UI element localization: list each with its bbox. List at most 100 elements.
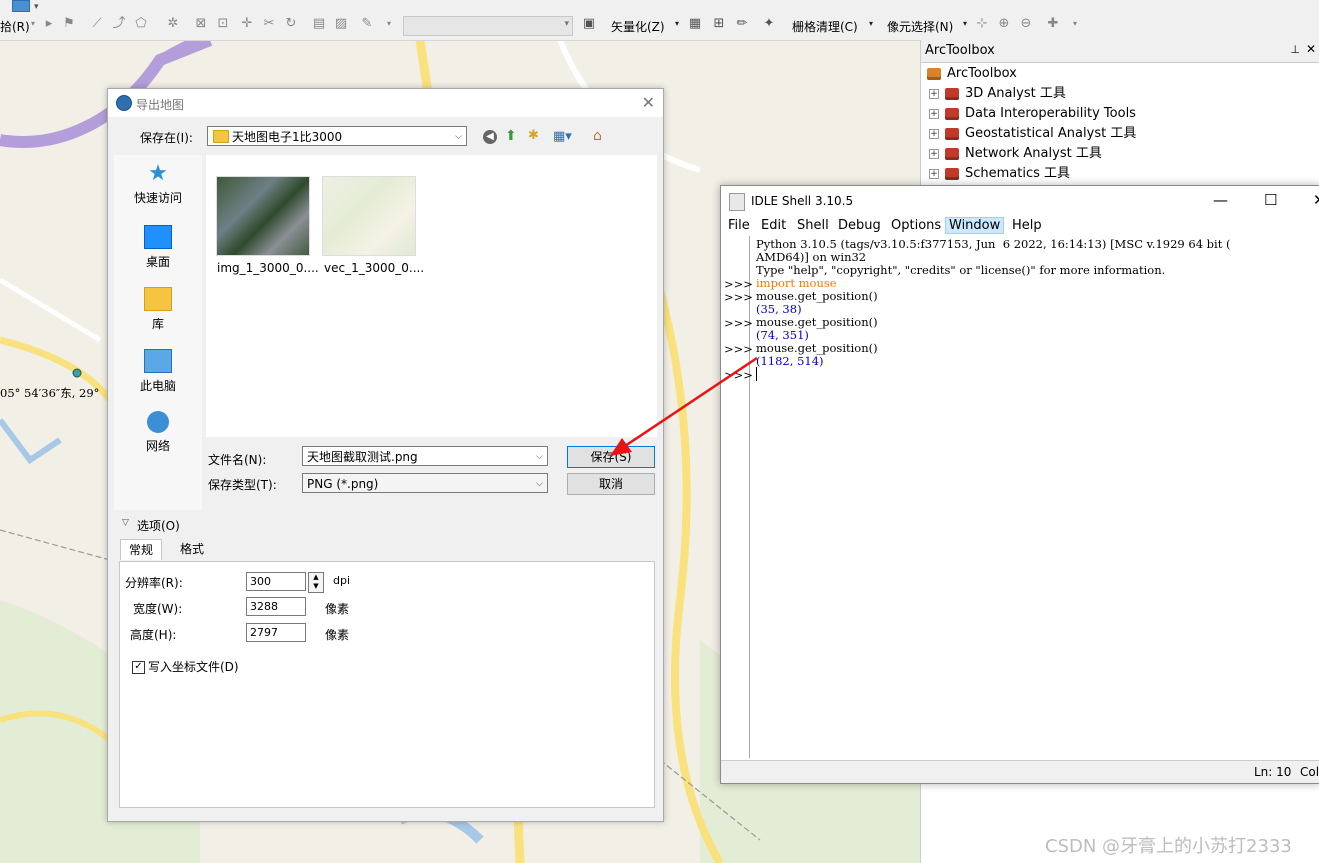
- expand-icon[interactable]: +: [929, 108, 939, 119]
- maximize-icon[interactable]: ☐: [1264, 191, 1277, 209]
- general-options-panel: 分辨率(R): 300 ▲ ▼ dpi 宽度(W): 3288 像素 高度(H):…: [119, 561, 655, 808]
- resolution-unit: dpi: [333, 574, 351, 587]
- chevron-down-icon[interactable]: ▾: [864, 17, 878, 31]
- close-icon[interactable]: ✕: [642, 93, 655, 112]
- raster-cleanup-menu[interactable]: 栅格清理(C): [792, 18, 858, 35]
- back-icon[interactable]: ◀: [483, 130, 497, 144]
- window-layout-icon[interactable]: ▣: [582, 17, 596, 31]
- file-name[interactable]: img_1_3000_0....: [217, 261, 319, 275]
- table-icon[interactable]: ▤: [312, 17, 326, 31]
- view-menu-icon[interactable]: ▦▾: [553, 129, 572, 144]
- rotate-icon[interactable]: ↻: [284, 17, 298, 31]
- file-thumbnail[interactable]: [216, 176, 310, 256]
- tree-item-label: Geostatistical Analyst 工具: [965, 126, 1137, 141]
- close-icon[interactable]: ✕: [1306, 42, 1316, 56]
- filename-combo[interactable]: 天地图截取测试.png ⌵: [302, 446, 548, 466]
- pixel-select-menu[interactable]: 像元选择(N): [887, 18, 953, 35]
- grid-icon[interactable]: ▦: [688, 17, 702, 31]
- menu-help[interactable]: Help: [1012, 218, 1042, 233]
- arcmap-toolbar: ▾ 拾(R) ▾ ▸ ⚑ ⟋ ⤴ ⬠ ✲ ⊠ ⊡ ✛ ✂ ↻ ▤ ▨ ✎ ▾ ▾…: [0, 0, 1319, 41]
- image-icon[interactable]: ▨: [334, 17, 348, 31]
- toolbar-overflow-icon[interactable]: ▾: [34, 2, 39, 12]
- place-network[interactable]: 网络: [114, 411, 202, 454]
- home-icon[interactable]: ⌂: [593, 128, 602, 144]
- tab-format[interactable]: 格式: [172, 539, 212, 559]
- menu-options[interactable]: Options: [891, 218, 941, 233]
- menu-window[interactable]: Window: [945, 217, 1005, 234]
- menu-shell[interactable]: Shell: [797, 218, 829, 233]
- menu-edit[interactable]: Edit: [761, 218, 786, 233]
- checkbox-checked-icon[interactable]: ✓: [132, 661, 145, 674]
- world-file-option[interactable]: ✓ 写入坐标文件(D): [132, 658, 239, 675]
- tree-item-network-analyst[interactable]: + Network Analyst 工具: [929, 144, 1102, 164]
- vertex-tool-icon[interactable]: ⊡: [216, 17, 230, 31]
- collapse-icon[interactable]: ▽: [122, 518, 129, 528]
- tree-item-geostatistical[interactable]: + Geostatistical Analyst 工具: [929, 124, 1136, 144]
- file-name[interactable]: vec_1_3000_0....: [324, 261, 424, 275]
- wrench-icon[interactable]: ✦: [762, 17, 776, 31]
- prompt: >>>: [724, 342, 753, 356]
- height-input[interactable]: 2797: [246, 623, 306, 642]
- minimize-icon[interactable]: —: [1213, 191, 1228, 209]
- resolution-input[interactable]: 300: [246, 572, 306, 591]
- tree-item-data-interop[interactable]: + Data Interoperability Tools: [929, 104, 1136, 124]
- plus-icon[interactable]: ✚: [1046, 17, 1060, 31]
- expand-icon[interactable]: +: [929, 128, 939, 139]
- filetype-select[interactable]: PNG (*.png) ⌵: [302, 473, 548, 493]
- cross-tool-icon[interactable]: ✛: [240, 17, 254, 31]
- width-input[interactable]: 3288: [246, 597, 306, 616]
- expand-icon[interactable]: +: [929, 168, 939, 179]
- place-library[interactable]: 库: [114, 287, 202, 332]
- chevron-down-icon[interactable]: ▾: [26, 17, 40, 31]
- polygon-tool-icon[interactable]: ⬠: [134, 17, 148, 31]
- layout-icon[interactable]: ⊞: [712, 17, 726, 31]
- close-icon[interactable]: ✕: [1313, 191, 1319, 209]
- vectorize-menu[interactable]: 矢量化(Z): [611, 18, 665, 35]
- pin-icon[interactable]: ⊥: [1290, 43, 1300, 56]
- save-in-select[interactable]: 天地图电子1比3000 ⌵: [207, 126, 467, 146]
- save-button[interactable]: 保存(S): [567, 446, 655, 468]
- cancel-button[interactable]: 取消: [567, 473, 655, 495]
- shell-cursor[interactable]: [756, 367, 1316, 381]
- tree-item-3d-analyst[interactable]: +3D Analyst 工具: [929, 84, 1066, 104]
- select-frame-icon[interactable]: ⊠: [194, 17, 208, 31]
- pointer-icon[interactable]: ▸: [42, 17, 56, 31]
- file-list[interactable]: img_1_3000_0.... vec_1_3000_0....: [206, 155, 657, 437]
- tree-item-schematics[interactable]: + Schematics 工具: [929, 164, 1070, 184]
- expand-icon[interactable]: +: [929, 148, 939, 159]
- new-folder-icon[interactable]: ✱: [528, 128, 539, 143]
- sparkle-icon[interactable]: ✲: [166, 17, 180, 31]
- toolbar-overflow-icon[interactable]: ▾: [1068, 17, 1082, 31]
- chevron-down-icon[interactable]: ▾: [958, 17, 972, 31]
- menu-debug[interactable]: Debug: [838, 218, 881, 233]
- pencil-icon[interactable]: ✏: [735, 17, 749, 31]
- expand-icon[interactable]: +: [929, 88, 939, 99]
- remove-pixels-icon[interactable]: ⊖: [1019, 17, 1033, 31]
- add-pixels-icon[interactable]: ⊕: [997, 17, 1011, 31]
- layer-select-combo[interactable]: ▾: [403, 16, 573, 36]
- chevron-down-icon: ⌵: [536, 452, 543, 462]
- place-desktop[interactable]: 桌面: [114, 225, 202, 270]
- scissors-icon[interactable]: ✂: [262, 17, 276, 31]
- toolbar-overflow-icon[interactable]: ▾: [382, 17, 396, 31]
- idle-titlebar[interactable]: IDLE Shell 3.10.5 — ☐ ✕: [721, 186, 1319, 216]
- place-quick-access[interactable]: ★ 快速访问: [114, 163, 202, 206]
- select-pixels-icon[interactable]: ⊹: [975, 17, 989, 31]
- edit-doc-icon[interactable]: ✎: [360, 17, 374, 31]
- tree-root[interactable]: ArcToolbox: [927, 64, 1017, 84]
- map-tool-icon[interactable]: [12, 0, 30, 12]
- up-folder-icon[interactable]: ⬆: [505, 128, 517, 144]
- options-toggle[interactable]: 选项(O): [137, 517, 180, 534]
- flag-icon[interactable]: ⚑: [62, 17, 76, 31]
- dialog-titlebar[interactable]: 导出地图 ✕: [108, 89, 663, 117]
- shell-output[interactable]: Python 3.10.5 (tags/v3.10.5:f377153, Jun…: [756, 238, 1316, 381]
- chevron-down-icon[interactable]: ▾: [670, 17, 684, 31]
- spinner-icon[interactable]: ▲ ▼: [308, 572, 324, 593]
- curve-tool-icon[interactable]: ⤴: [112, 17, 126, 31]
- tab-general[interactable]: 常规: [120, 539, 163, 560]
- shell-line: Type "help", "copyright", "credits" or "…: [756, 263, 1166, 277]
- menu-file[interactable]: File: [728, 218, 750, 233]
- line-tool-icon[interactable]: ⟋: [90, 17, 104, 31]
- file-thumbnail[interactable]: [322, 176, 416, 256]
- place-this-pc[interactable]: 此电脑: [114, 349, 202, 394]
